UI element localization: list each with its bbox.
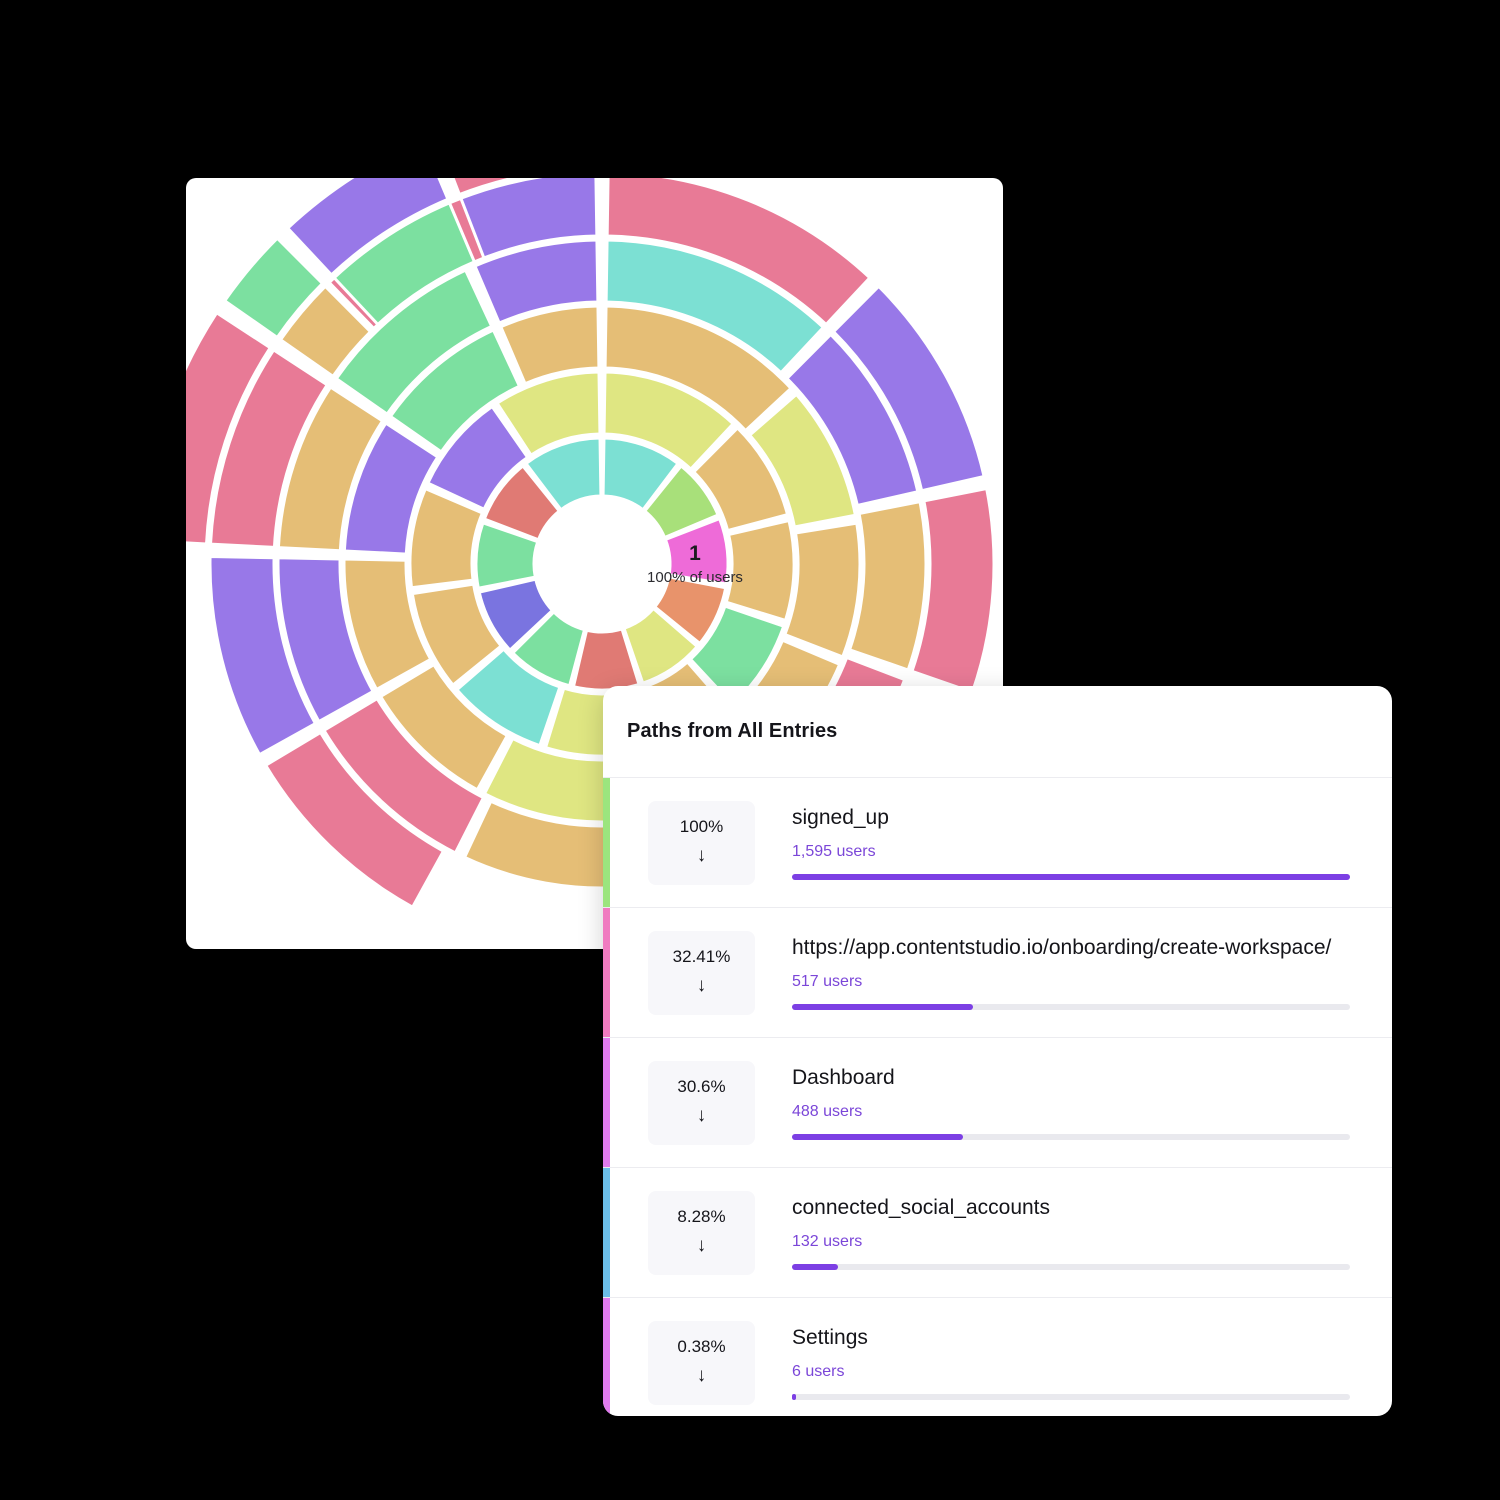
sunburst-segment-r2-s2[interactable] bbox=[726, 520, 794, 620]
down-arrow-icon: ↓ bbox=[697, 846, 707, 867]
row-content: Dashboard 488 users bbox=[792, 1065, 1354, 1140]
progress-track bbox=[792, 874, 1350, 880]
path-label: connected_social_accounts bbox=[792, 1195, 1350, 1220]
percent-badge: 32.41% ↓ bbox=[648, 931, 755, 1015]
user-count: 517 users bbox=[792, 972, 1350, 991]
progress-track bbox=[792, 1004, 1350, 1010]
paths-list: 100% ↓ signed_up 1,595 users 32.41% ↓ https://… bbox=[603, 777, 1392, 1416]
path-label: Settings bbox=[792, 1325, 1350, 1350]
row-color-stripe bbox=[603, 1168, 610, 1297]
row-content: signed_up 1,595 users bbox=[792, 805, 1354, 880]
row-color-stripe bbox=[603, 1038, 610, 1167]
user-count: 132 users bbox=[792, 1232, 1350, 1251]
percent-badge: 8.28% ↓ bbox=[648, 1191, 755, 1275]
percent-value: 8.28% bbox=[677, 1208, 725, 1227]
row-content: connected_social_accounts 132 users bbox=[792, 1195, 1354, 1270]
percent-badge: 30.6% ↓ bbox=[648, 1061, 755, 1145]
down-arrow-icon: ↓ bbox=[697, 1236, 707, 1257]
percent-value: 30.6% bbox=[677, 1078, 725, 1097]
path-row[interactable]: 8.28% ↓ connected_social_accounts 132 users bbox=[603, 1167, 1392, 1297]
sunburst-center-hole bbox=[535, 497, 669, 631]
down-arrow-icon: ↓ bbox=[697, 976, 707, 997]
progress-track bbox=[792, 1394, 1350, 1400]
progress-fill bbox=[792, 1264, 838, 1270]
progress-fill bbox=[792, 1134, 963, 1140]
user-count: 6 users bbox=[792, 1362, 1350, 1381]
path-label: https://app.contentstudio.io/onboarding/… bbox=[792, 935, 1350, 960]
row-color-stripe bbox=[603, 1298, 610, 1416]
user-count: 488 users bbox=[792, 1102, 1350, 1121]
progress-fill bbox=[792, 1004, 973, 1010]
paths-panel-header: Paths from All Entries bbox=[603, 686, 1392, 777]
page-title: Paths from All Entries bbox=[627, 720, 837, 743]
progress-track bbox=[792, 1264, 1350, 1270]
path-row[interactable]: 32.41% ↓ https://app.contentstudio.io/onbo… bbox=[603, 907, 1392, 1037]
percent-badge: 100% ↓ bbox=[648, 801, 755, 885]
path-label: Dashboard bbox=[792, 1065, 1350, 1090]
progress-fill bbox=[792, 1394, 796, 1400]
path-row[interactable]: 30.6% ↓ Dashboard 488 users bbox=[603, 1037, 1392, 1167]
row-content: Settings 6 users bbox=[792, 1325, 1354, 1400]
percent-value: 100% bbox=[680, 818, 723, 837]
row-color-stripe bbox=[603, 778, 610, 907]
paths-panel: Paths from All Entries 100% ↓ signed_up 1,5… bbox=[603, 686, 1392, 1416]
down-arrow-icon: ↓ bbox=[697, 1106, 707, 1127]
down-arrow-icon: ↓ bbox=[697, 1366, 707, 1387]
row-color-stripe bbox=[603, 908, 610, 1037]
path-row[interactable]: 100% ↓ signed_up 1,595 users bbox=[603, 777, 1392, 907]
path-row[interactable]: 0.38% ↓ Settings 6 users bbox=[603, 1297, 1392, 1416]
row-content: https://app.contentstudio.io/onboarding/… bbox=[792, 935, 1354, 1010]
percent-value: 32.41% bbox=[673, 948, 731, 967]
sunburst-segment-r3-s2[interactable] bbox=[785, 523, 860, 657]
percent-badge: 0.38% ↓ bbox=[648, 1321, 755, 1405]
user-count: 1,595 users bbox=[792, 842, 1350, 861]
screen-root: 1 100% of users Paths from All Entries 1… bbox=[0, 0, 1500, 1500]
sunburst-segment-r4-s2[interactable] bbox=[850, 502, 926, 670]
progress-fill bbox=[792, 874, 1350, 880]
percent-value: 0.38% bbox=[677, 1338, 725, 1357]
path-label: signed_up bbox=[792, 805, 1350, 830]
progress-track bbox=[792, 1134, 1350, 1140]
